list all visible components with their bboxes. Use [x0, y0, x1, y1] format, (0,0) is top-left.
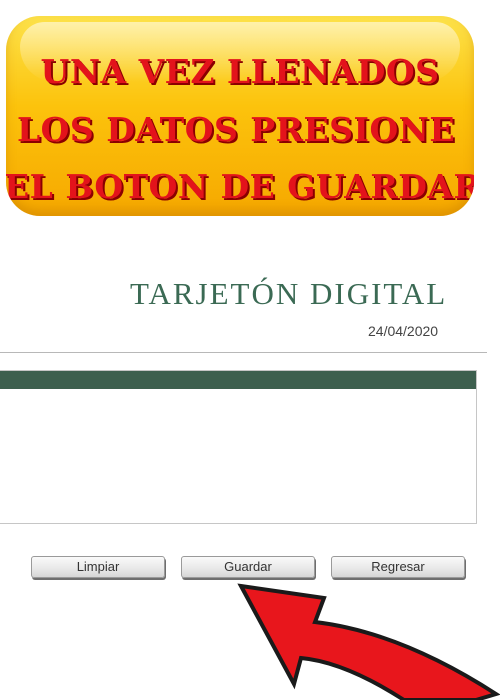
form-panel-header [0, 371, 476, 389]
header-divider [0, 352, 487, 353]
banner-line-3: EL BOTON DE GUARDAR [6, 167, 474, 206]
clear-button[interactable]: Limpiar [31, 556, 165, 578]
back-button[interactable]: Regresar [331, 556, 465, 578]
instruction-banner: UNA VEZ LLENADOS LOS DATOS PRESIONE EL B… [6, 16, 474, 216]
page: UNA VEZ LLENADOS LOS DATOS PRESIONE EL B… [0, 0, 500, 700]
page-title: TARJETÓN DIGITAL [130, 276, 448, 311]
banner-line-2: LOS DATOS PRESIONE [16, 110, 456, 149]
date-label: 24/04/2020 [368, 323, 439, 339]
save-button[interactable]: Guardar [181, 556, 315, 578]
form-panel [0, 370, 477, 524]
banner-line-1: UNA VEZ LLENADOS [40, 52, 440, 91]
